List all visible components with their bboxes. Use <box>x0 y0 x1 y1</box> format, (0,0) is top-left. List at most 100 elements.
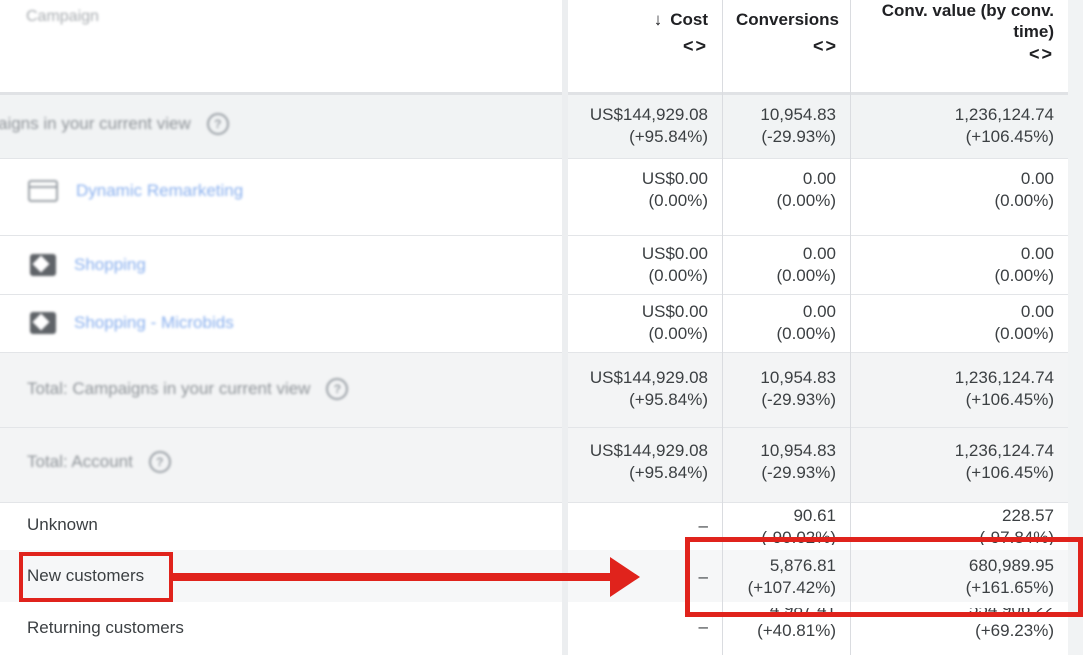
conv-value-cell: 0.00 (0.00%) <box>850 243 1068 287</box>
help-icon[interactable]: ? <box>326 378 349 400</box>
total-campaigns-label: Total: Campaigns in your current view ? <box>27 378 562 400</box>
conversions-cell: 0.00 (0.00%) <box>722 301 850 345</box>
conversions-header-label: Conversions <box>736 10 839 29</box>
conversions-value: 90.61 <box>793 506 836 525</box>
conv-value-cell: 1,236,124.74 (+106.45%) <box>850 367 1068 411</box>
cost-value: US$0.00 <box>641 169 708 188</box>
cost-value: – <box>698 617 708 636</box>
campaign-link[interactable]: Shopping <box>74 255 146 275</box>
conv-value-column-header[interactable]: Conv. value (by conv. time) <> <box>850 0 1068 92</box>
summary-label: aigns in your current view <box>0 114 191 133</box>
conversions-change: (-29.93%) <box>761 390 836 409</box>
conv-value-cell: 1,236,124.74 (+106.45%) <box>850 104 1068 148</box>
cost-cell: US$144,929.08 (+95.84%) <box>568 367 722 411</box>
cost-change: (+95.84%) <box>629 390 708 409</box>
conv-value-change: (+106.45%) <box>965 127 1054 146</box>
cost-cell: US$0.00 (0.00%) <box>568 243 722 287</box>
cost-change: (+95.84%) <box>629 463 708 482</box>
segment-label: Unknown <box>27 515 98 534</box>
conv-value-change: (0.00%) <box>994 191 1054 210</box>
campaign-header[interactable]: Campaign <box>26 8 562 26</box>
conversions-cell: 0.00 (0.00%) <box>722 243 850 287</box>
conversions-change: (-29.93%) <box>761 127 836 146</box>
total-campaigns-text: Total: Campaigns in your current view <box>27 379 311 398</box>
conv-value: 0.00 <box>1020 244 1054 263</box>
shopping-campaign-icon <box>30 312 56 334</box>
segment-row-returning-customers: Returning customers <box>27 618 562 638</box>
conversions-change: (0.00%) <box>776 324 836 343</box>
total-account-text: Total: Account <box>27 452 133 471</box>
conversions-column-header[interactable]: Conversions <> <box>722 0 850 92</box>
conv-value-cell: 1,236,124.74 (+106.45%) <box>850 440 1068 484</box>
conversions-value: 0.00 <box>802 302 836 321</box>
cost-cell: US$144,929.08 (+95.84%) <box>568 104 722 148</box>
conversions-value: 0.00 <box>802 169 836 188</box>
total-account-label: Total: Account ? <box>27 451 562 473</box>
highlight-arrow-head <box>610 557 640 597</box>
cost-value: US$144,929.08 <box>589 368 708 387</box>
conv-value: 228.57 <box>1002 506 1054 525</box>
highlight-box-label <box>19 552 173 602</box>
conversions-value: 0.00 <box>802 244 836 263</box>
expand-column-icon[interactable]: <> <box>850 44 1054 65</box>
cost-cell: US$0.00 (0.00%) <box>568 301 722 345</box>
cost-column-header[interactable]: ↓ Cost <> <box>568 0 722 92</box>
highlight-arrow-line <box>173 573 613 581</box>
cost-value: US$144,929.08 <box>589 441 708 460</box>
segment-row-unknown: Unknown <box>27 515 562 535</box>
conversions-change: (0.00%) <box>776 266 836 285</box>
conversions-cell: 10,954.83 (-29.93%) <box>722 367 850 411</box>
conv-value-change: (+106.45%) <box>965 463 1054 482</box>
conversions-change: (0.00%) <box>776 191 836 210</box>
conversions-cell: 10,954.83 (-29.93%) <box>722 440 850 484</box>
campaign-header-label: Campaign <box>26 8 99 25</box>
conversions-cell: 10,954.83 (-29.93%) <box>722 104 850 148</box>
expand-column-icon[interactable]: <> <box>568 36 708 57</box>
summary-row-label: aigns in your current view ? <box>0 113 560 135</box>
campaign-row-dynamic[interactable]: Dynamic Remarketing <box>28 180 562 202</box>
cost-change: (0.00%) <box>648 324 708 343</box>
cost-value: US$0.00 <box>641 244 708 263</box>
help-icon[interactable]: ? <box>148 451 171 473</box>
cost-cell: – <box>568 515 722 537</box>
campaign-link[interactable]: Dynamic Remarketing <box>76 181 243 201</box>
conv-value-change: (+106.45%) <box>965 390 1054 409</box>
cost-change: (0.00%) <box>648 191 708 210</box>
campaign-row-shopping[interactable]: Shopping <box>30 254 562 276</box>
conv-value: 0.00 <box>1020 302 1054 321</box>
conversions-value: 10,954.83 <box>760 368 836 387</box>
cost-value: US$144,929.08 <box>589 105 708 124</box>
conv-value-cell: 0.00 (0.00%) <box>850 168 1068 212</box>
conv-value-change: (+69.23%) <box>975 621 1054 640</box>
conv-value: 1,236,124.74 <box>954 441 1054 460</box>
campaign-link[interactable]: Shopping - Microbids <box>74 313 234 333</box>
conversions-value: 10,954.83 <box>760 105 836 124</box>
conversions-change: (-29.93%) <box>761 463 836 482</box>
shopping-campaign-icon <box>30 254 56 276</box>
cost-header-label: Cost <box>670 10 708 29</box>
conv-value-change: (0.00%) <box>994 266 1054 285</box>
cost-change: (+95.84%) <box>629 127 708 146</box>
conv-value: 1,236,124.74 <box>954 105 1054 124</box>
display-campaign-icon <box>28 180 58 202</box>
help-icon[interactable]: ? <box>206 113 229 135</box>
expand-column-icon[interactable]: <> <box>722 36 838 57</box>
conv-value-change: (0.00%) <box>994 324 1054 343</box>
conv-value-cell: 0.00 (0.00%) <box>850 301 1068 345</box>
conversions-cell: 0.00 (0.00%) <box>722 168 850 212</box>
cost-cell: US$144,929.08 (+95.84%) <box>568 440 722 484</box>
cost-change: (0.00%) <box>648 266 708 285</box>
conv-value: 0.00 <box>1020 169 1054 188</box>
sort-down-icon[interactable]: ↓ <box>654 10 663 29</box>
conversions-change: (+40.81%) <box>757 621 836 640</box>
highlight-box-values <box>685 537 1083 617</box>
campaign-row-shopping-microbids[interactable]: Shopping - Microbids <box>30 312 562 334</box>
conv-value-header-label: Conv. value (by conv. time) <box>881 1 1054 41</box>
cost-cell: US$0.00 (0.00%) <box>568 168 722 212</box>
cost-value: US$0.00 <box>641 302 708 321</box>
conv-value: 1,236,124.74 <box>954 368 1054 387</box>
cost-cell: – <box>568 616 722 638</box>
cost-value: – <box>698 516 708 535</box>
segment-label: Returning customers <box>27 618 184 637</box>
conversions-value: 10,954.83 <box>760 441 836 460</box>
